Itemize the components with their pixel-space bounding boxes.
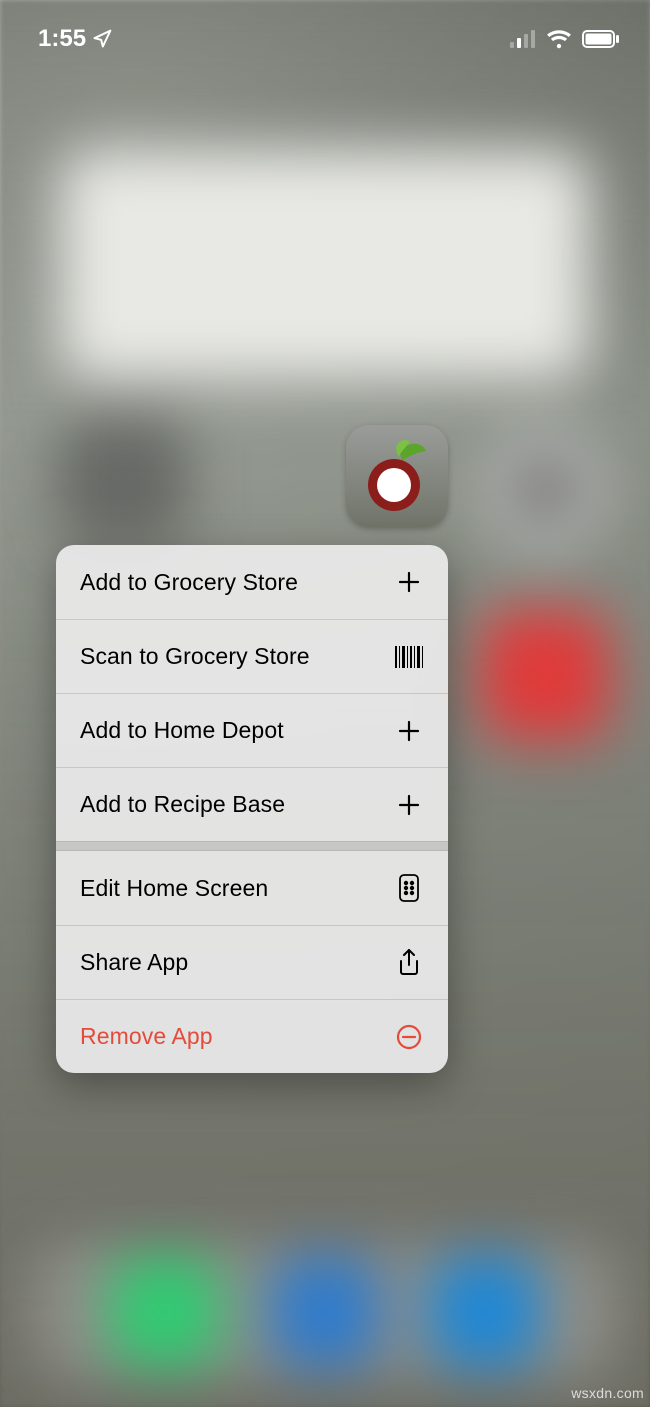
- share-icon: [394, 949, 424, 977]
- menu-separator: [56, 841, 448, 851]
- cellular-icon: [510, 30, 536, 48]
- menu-item-label: Add to Home Depot: [80, 717, 284, 744]
- context-menu: Add to Grocery Store Scan to Grocery Sto…: [56, 545, 448, 1073]
- menu-item-remove-app[interactable]: Remove App: [56, 999, 448, 1073]
- menu-item-label: Add to Recipe Base: [80, 791, 285, 818]
- menu-item-label: Share App: [80, 949, 188, 976]
- apps-grid-icon: [394, 874, 424, 902]
- menu-item-label: Edit Home Screen: [80, 875, 268, 902]
- barcode-icon: [394, 646, 424, 668]
- menu-item-label: Add to Grocery Store: [80, 569, 298, 596]
- menu-item-label: Remove App: [80, 1023, 213, 1050]
- menu-item-share-app[interactable]: Share App: [56, 925, 448, 999]
- status-right: [510, 29, 620, 49]
- menu-item-add-grocery-store[interactable]: Add to Grocery Store: [56, 545, 448, 619]
- menu-item-label: Scan to Grocery Store: [80, 643, 310, 670]
- plus-icon: [394, 719, 424, 743]
- wifi-icon: [546, 29, 572, 49]
- plus-icon: [394, 570, 424, 594]
- grocery-app-icon: [356, 435, 438, 517]
- circle-minus-icon: [394, 1024, 424, 1050]
- menu-item-scan-grocery-store[interactable]: Scan to Grocery Store: [56, 619, 448, 693]
- menu-item-add-recipe-base[interactable]: Add to Recipe Base: [56, 767, 448, 841]
- clock-time: 1:55: [38, 25, 86, 53]
- menu-item-edit-home-screen[interactable]: Edit Home Screen: [56, 851, 448, 925]
- location-icon: [92, 29, 112, 49]
- app-icon-pressed[interactable]: [346, 425, 448, 527]
- battery-icon: [582, 30, 620, 48]
- menu-item-add-home-depot[interactable]: Add to Home Depot: [56, 693, 448, 767]
- plus-icon: [394, 793, 424, 817]
- status-bar: 1:55: [0, 0, 650, 60]
- status-left: 1:55: [38, 25, 112, 53]
- watermark: wsxdn.com: [571, 1385, 644, 1401]
